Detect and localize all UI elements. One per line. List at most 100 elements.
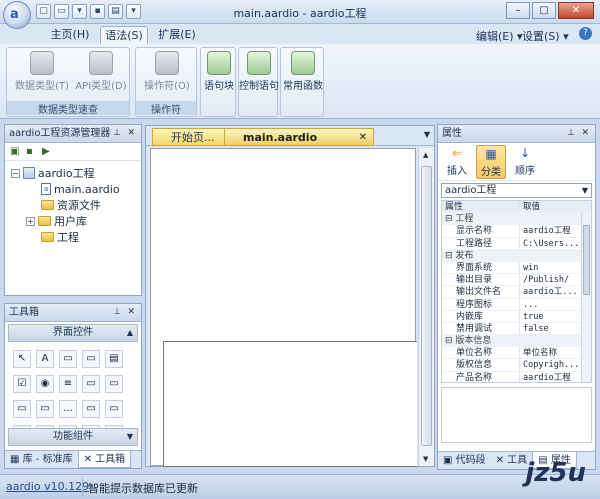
radio-tool-icon[interactable]: ◉ [36, 375, 54, 393]
group-common-functions: 常用函数 [280, 47, 324, 117]
editor-scrollbar[interactable]: ▲ ▼ [418, 148, 434, 466]
properties-toolbar: ⇐ 插入 ▦ 分类 ↓ 顺序 [438, 143, 595, 181]
tree-item-resources[interactable]: 资源文件 [41, 197, 101, 213]
pointer-tool-icon[interactable]: ↖ [13, 350, 31, 368]
panel-header: 属性 ⊥ ✕ [438, 125, 595, 143]
property-row[interactable]: 输出文件名 aardio工... [442, 286, 591, 299]
pin-icon[interactable]: ⊥ [113, 125, 121, 142]
tab-tool-icon[interactable]: ▭ [82, 400, 100, 418]
property-row[interactable]: 输出目录/Publish/ [442, 274, 591, 287]
scroll-thumb[interactable] [421, 166, 432, 446]
left-arrow-icon: ⇐ [451, 146, 463, 160]
left-bottom-tabs: ▦ 库 - 标准库 ✕ 工具箱 [5, 450, 141, 468]
property-category[interactable]: ⊟ 版本信息 [442, 335, 591, 348]
property-row[interactable]: 界面系统 win [442, 261, 591, 275]
datatype-button[interactable]: 数据类型(T) [13, 51, 71, 92]
toolbox-section-components[interactable]: 功能组件 ▼ [8, 428, 138, 446]
tab-main-file[interactable]: main.aardio ✕ [224, 128, 374, 146]
help-icon[interactable]: ? [579, 27, 592, 40]
close-icon[interactable]: ✕ [127, 125, 135, 142]
picture-tool-icon[interactable]: ▤ [105, 350, 123, 368]
tab-extend[interactable]: 扩展(E) [152, 26, 202, 44]
category-icon: ▦ [485, 147, 497, 161]
tree-tool-icon[interactable]: ▭ [105, 400, 123, 418]
scroll-thumb[interactable] [583, 225, 590, 295]
category-button[interactable]: ▦ 分类 [476, 145, 506, 179]
toolbox-section-ui-controls[interactable]: 界面控件 ▲ [8, 324, 138, 342]
insert-button[interactable]: ⇐ 插入 [442, 145, 472, 177]
object-selector[interactable]: aardio工程 ▼ [441, 183, 592, 198]
statement-block-button[interactable]: 语句块 [202, 51, 236, 92]
property-scrollbar[interactable] [581, 213, 591, 382]
property-category[interactable]: ⊟ 发布 [442, 249, 591, 262]
property-row[interactable]: 工程路径 C:\Users... [442, 237, 591, 250]
spin-tool-icon[interactable]: ... [59, 400, 77, 418]
sort-order-button[interactable]: ↓ 顺序 [510, 145, 540, 177]
property-row[interactable]: 内嵌库 true [442, 310, 591, 323]
tree-item-project[interactable]: − aardio工程 [11, 165, 95, 181]
common-functions-button[interactable]: 常用函数 [282, 51, 324, 92]
tab-syntax[interactable]: 语法(S) [100, 26, 148, 44]
property-row[interactable]: 禁用调试 false [442, 322, 591, 336]
maximize-button[interactable]: □ [532, 2, 556, 19]
chevron-down-icon: ▼ [581, 186, 588, 195]
new-folder-icon[interactable]: ▣ [10, 146, 22, 158]
tab-toolbox[interactable]: ✕ 工具箱 [77, 451, 132, 468]
tab-list-dropdown-icon[interactable]: ▼ [424, 130, 430, 139]
status-separator [82, 478, 83, 496]
pin-icon[interactable]: ⊥ [567, 125, 575, 142]
checkbox-tool-icon[interactable]: ☑ [13, 375, 31, 393]
control-statement-button[interactable]: 控制语句 [239, 51, 279, 92]
api-type-button[interactable]: API类型(D) [73, 51, 129, 92]
close-icon[interactable]: ✕ [581, 125, 589, 142]
expand-icon[interactable]: + [26, 216, 35, 226]
form-designer-canvas[interactable] [150, 148, 417, 467]
property-row[interactable]: 版权信息 Copyrigh... [442, 359, 591, 372]
pin-icon[interactable]: ⊥ [113, 304, 121, 321]
close-button[interactable]: ✕ [558, 2, 594, 19]
scroll-down-icon[interactable]: ▼ [423, 455, 428, 463]
collapse-icon[interactable]: − [11, 168, 20, 178]
tree-item-main-file[interactable]: a main.aardio [41, 181, 120, 197]
edit-tool-icon[interactable]: ▭ [82, 350, 100, 368]
api-type-icon [89, 51, 113, 75]
static-text-tool-icon[interactable]: A [36, 350, 54, 368]
group-label: 操作符 [136, 101, 196, 116]
tab-start-page[interactable]: 开始页... [152, 128, 232, 146]
tree-item-user-lib[interactable]: + 用户库 [26, 213, 87, 229]
title-bar: a ▢ ▭ ▾ ▪ ▤ ▾ main.aardio - aardio工程 – □… [0, 0, 600, 29]
property-category[interactable]: ⊟ 工程 [442, 213, 591, 226]
datatype-icon [30, 51, 54, 75]
scroll-up-icon[interactable]: ▲ [423, 151, 428, 159]
close-icon[interactable]: ✕ [127, 304, 135, 321]
settings-menu[interactable]: 设置(S) ▾ [522, 28, 569, 44]
property-name: 界面系统 [442, 261, 520, 275]
tree-item-project-folder[interactable]: 工程 [41, 229, 79, 245]
app-orb-button[interactable]: a [3, 1, 31, 29]
watermark-logo: jz5u [525, 458, 586, 488]
tab-snippets[interactable]: ▣ 代码段 [438, 452, 491, 469]
close-tab-icon[interactable]: ✕ [359, 129, 367, 146]
toolbox-panel: 工具箱 ⊥ ✕ 界面控件 ▲ ↖ A ▭ ▭ ▤ ☑ ◉ ≡ ▭ ▭ ▭ ▭ ..… [4, 303, 142, 469]
property-row[interactable]: 产品名称 aardio工程 [442, 371, 591, 382]
operator-button[interactable]: 操作符(O) [138, 51, 196, 92]
property-row[interactable]: 程序图标... [442, 298, 591, 311]
edit-menu[interactable]: 编辑(E) ▾ [476, 28, 523, 44]
listview-tool-icon[interactable]: ▭ [105, 375, 123, 393]
button-tool-icon[interactable]: ▭ [59, 350, 77, 368]
version-link[interactable]: aardio v10.129 [6, 480, 89, 493]
trackbar-tool-icon[interactable]: ▭ [36, 400, 54, 418]
tab-home[interactable]: 主页(H) [40, 26, 100, 44]
category-label: ⊟ 发布 [442, 250, 588, 262]
list-tool-icon[interactable]: ≡ [59, 375, 77, 393]
run-icon[interactable]: ▶ [42, 146, 54, 158]
progress-tool-icon[interactable]: ▭ [13, 400, 31, 418]
combobox-tool-icon[interactable]: ▭ [82, 375, 100, 393]
property-row[interactable]: 单位名称 单位名称 [442, 347, 591, 360]
form-window-preview[interactable] [163, 341, 417, 467]
tab-library[interactable]: ▦ 库 - 标准库 [5, 451, 78, 468]
property-row[interactable]: 显示名称 aardio工程 [442, 225, 591, 238]
minimize-button[interactable]: – [506, 2, 530, 19]
save-icon[interactable]: ▪ [26, 146, 38, 158]
property-name: 内嵌库 [442, 310, 520, 323]
